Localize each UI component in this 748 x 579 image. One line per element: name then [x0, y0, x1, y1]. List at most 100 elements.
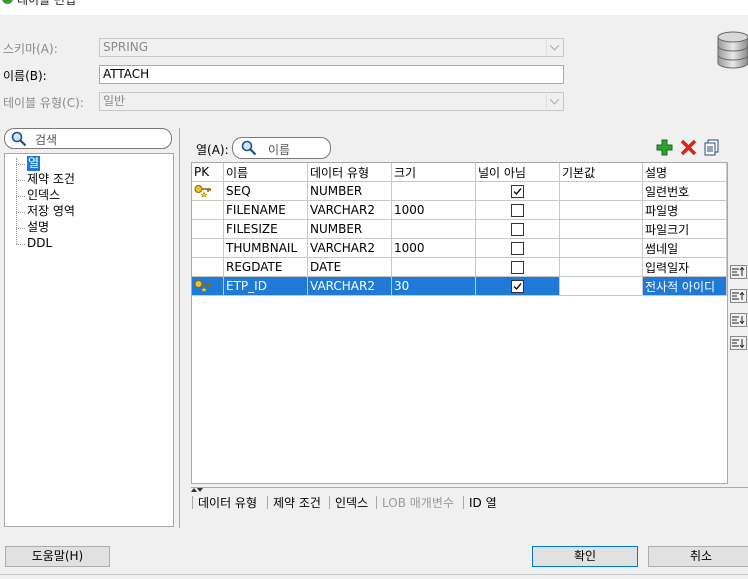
columns-grid[interactable]: PK 이름 데이터 유형 크기 널이 아님 기본값 설명 SEQ NUMBER 일련… — [191, 162, 728, 484]
name-cell[interactable]: THUMBNAIL — [223, 238, 308, 258]
pk-cell[interactable] — [192, 200, 224, 220]
comment-cell[interactable]: 썸네일 — [642, 238, 727, 258]
pk-cell[interactable] — [192, 219, 224, 239]
nav-item-indexes[interactable]: 인덱스 — [27, 188, 60, 203]
not-null-cell[interactable] — [475, 200, 560, 220]
not-null-cell[interactable] — [475, 181, 560, 201]
nav-search-placeholder: 검색 — [35, 133, 58, 147]
header-name[interactable]: 이름 — [223, 163, 308, 182]
nav-item-constraints[interactable]: 제약 조건 — [27, 172, 75, 187]
size-cell[interactable]: 30 — [391, 276, 476, 296]
default-cell[interactable] — [559, 219, 643, 239]
columns-label: 열(A): — [196, 143, 229, 157]
table-row[interactable]: REGDATE DATE 입력일자 — [192, 257, 727, 277]
not-null-checkbox[interactable] — [511, 185, 524, 198]
not-null-checkbox[interactable] — [511, 204, 524, 217]
not-null-cell[interactable] — [475, 257, 560, 277]
size-cell[interactable]: 1000 — [391, 200, 476, 220]
type-cell[interactable]: DATE — [307, 257, 392, 277]
comment-cell[interactable]: 전사적 아이디 — [642, 276, 727, 296]
not-null-checkbox[interactable] — [511, 223, 524, 236]
name-cell[interactable]: FILENAME — [223, 200, 308, 220]
default-cell[interactable] — [559, 257, 643, 277]
column-search-input[interactable]: 이름 — [232, 137, 331, 159]
name-input[interactable]: ATTACH — [99, 65, 564, 84]
header-pk[interactable]: PK — [192, 163, 224, 182]
tab-constraints[interactable]: 제약 조건 — [273, 494, 321, 511]
header-type[interactable]: 데이터 유형 — [307, 163, 392, 182]
table-row[interactable]: THUMBNAIL VARCHAR2 1000 썸네일 — [192, 238, 727, 258]
name-cell[interactable]: SEQ — [223, 181, 308, 201]
move-down-button[interactable] — [730, 313, 747, 327]
table-row[interactable]: SEQ NUMBER 일련번호 — [192, 181, 727, 201]
tab-separator — [376, 496, 377, 509]
table-row[interactable]: FILESIZE NUMBER 파일크기 — [192, 219, 727, 239]
tab-separator — [329, 496, 330, 509]
header-default[interactable]: 기본값 — [559, 163, 643, 182]
default-cell[interactable] — [559, 276, 643, 296]
ok-button[interactable]: 확인 — [532, 546, 638, 567]
type-cell[interactable]: VARCHAR2 — [307, 276, 392, 296]
comment-cell[interactable]: 입력일자 — [642, 257, 727, 277]
not-null-checkbox[interactable] — [511, 280, 524, 293]
primary-key-icon — [194, 279, 212, 295]
type-cell[interactable]: VARCHAR2 — [307, 238, 392, 258]
not-null-checkbox[interactable] — [511, 242, 524, 255]
tab-identity-column[interactable]: ID 열 — [469, 494, 497, 511]
not-null-cell[interactable] — [475, 219, 560, 239]
size-cell[interactable]: 1000 — [391, 238, 476, 258]
move-bottom-button[interactable] — [730, 336, 747, 350]
tree-connector — [16, 212, 25, 213]
default-cell[interactable] — [559, 238, 643, 258]
pk-cell[interactable] — [192, 181, 224, 201]
not-null-cell[interactable] — [475, 276, 560, 296]
pk-cell[interactable] — [192, 238, 224, 258]
splitter[interactable] — [179, 128, 180, 528]
comment-cell[interactable]: 파일크기 — [642, 219, 727, 239]
move-top-button[interactable] — [730, 265, 747, 279]
nav-item-comment[interactable]: 설명 — [27, 220, 49, 235]
not-null-checkbox[interactable] — [511, 261, 524, 274]
add-column-icon[interactable] — [656, 139, 673, 159]
cancel-button[interactable]: 취소 — [648, 546, 748, 567]
tab-separator — [267, 496, 268, 509]
tree-connector — [16, 228, 25, 229]
default-cell[interactable] — [559, 181, 643, 201]
type-cell[interactable]: VARCHAR2 — [307, 200, 392, 220]
search-icon — [241, 140, 257, 159]
default-cell[interactable] — [559, 200, 643, 220]
nav-item-columns[interactable]: 열 — [27, 156, 41, 171]
nav-item-storage[interactable]: 저장 영역 — [27, 204, 75, 219]
tab-data-type[interactable]: 데이터 유형 — [198, 494, 257, 511]
divider — [191, 487, 748, 488]
table-row[interactable]: FILENAME VARCHAR2 1000 파일명 — [192, 200, 727, 220]
not-null-cell[interactable] — [475, 238, 560, 258]
nav-search-input[interactable]: 검색 — [4, 128, 172, 149]
comment-cell[interactable]: 파일명 — [642, 200, 727, 220]
nav-item-ddl[interactable]: DDL — [27, 236, 52, 251]
table-row[interactable]: ETP_ID VARCHAR2 30 전사적 아이디 — [192, 276, 727, 296]
pk-cell[interactable] — [192, 276, 224, 296]
move-up-button[interactable] — [730, 289, 747, 303]
name-cell[interactable]: REGDATE — [223, 257, 308, 277]
pk-cell[interactable] — [192, 257, 224, 277]
tab-indexes[interactable]: 인덱스 — [335, 494, 368, 511]
size-cell[interactable] — [391, 257, 476, 277]
comment-cell[interactable]: 일련번호 — [642, 181, 727, 201]
name-cell[interactable]: FILESIZE — [223, 219, 308, 239]
schema-label: 스키마(A): — [3, 42, 58, 56]
header-size[interactable]: 크기 — [391, 163, 476, 182]
type-cell[interactable]: NUMBER — [307, 181, 392, 201]
copy-column-icon[interactable] — [703, 139, 720, 159]
tree-line — [16, 158, 17, 244]
table-type-select: 일반 — [99, 92, 564, 111]
name-cell[interactable]: ETP_ID — [223, 276, 308, 296]
help-button[interactable]: 도움말(H) — [5, 546, 110, 567]
type-cell[interactable]: NUMBER — [307, 219, 392, 239]
size-cell[interactable] — [391, 219, 476, 239]
header-comment[interactable]: 설명 — [642, 163, 727, 182]
header-not-null[interactable]: 널이 아님 — [475, 163, 560, 182]
size-cell[interactable] — [391, 181, 476, 201]
window-title: 테이블 편집 — [17, 0, 77, 7]
delete-column-icon[interactable] — [680, 139, 697, 159]
